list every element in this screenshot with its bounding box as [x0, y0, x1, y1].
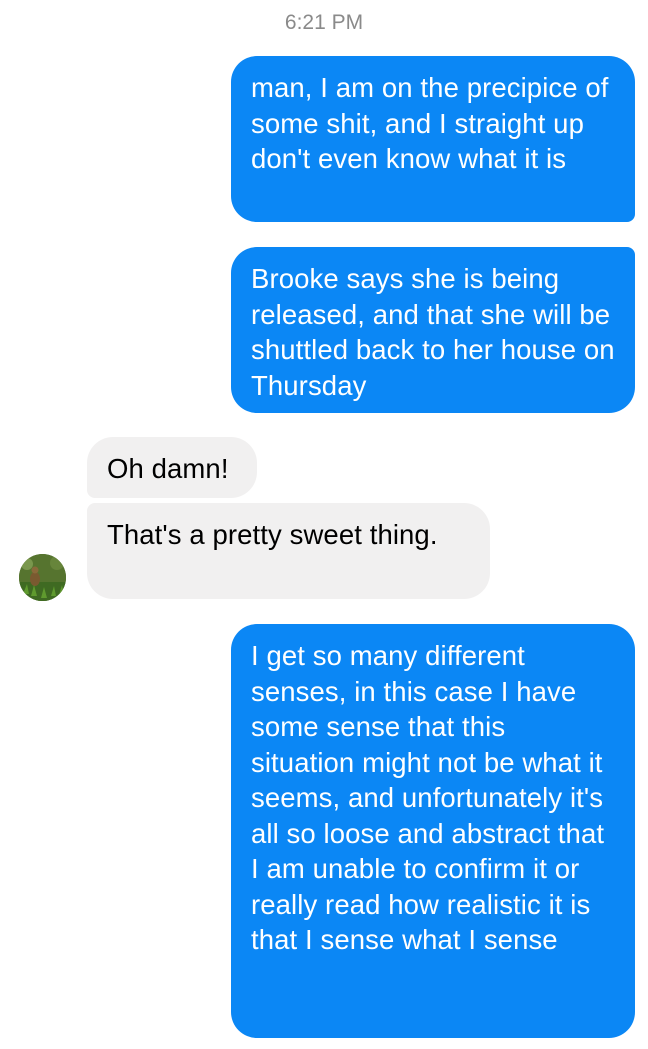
avatar-photo-icon: [19, 554, 66, 601]
contact-avatar[interactable]: [19, 554, 66, 601]
outgoing-message-bubble[interactable]: I get so many different senses, in this …: [231, 624, 635, 1038]
outgoing-message-bubble[interactable]: man, I am on the precipice of some shit,…: [231, 56, 635, 222]
message-timestamp: 6:21 PM: [284, 11, 364, 34]
incoming-message-bubble[interactable]: Oh damn!: [87, 437, 257, 498]
outgoing-message-bubble[interactable]: Brooke says she is being released, and t…: [231, 247, 635, 413]
incoming-message-bubble[interactable]: That's a pretty sweet thing.: [87, 503, 490, 599]
